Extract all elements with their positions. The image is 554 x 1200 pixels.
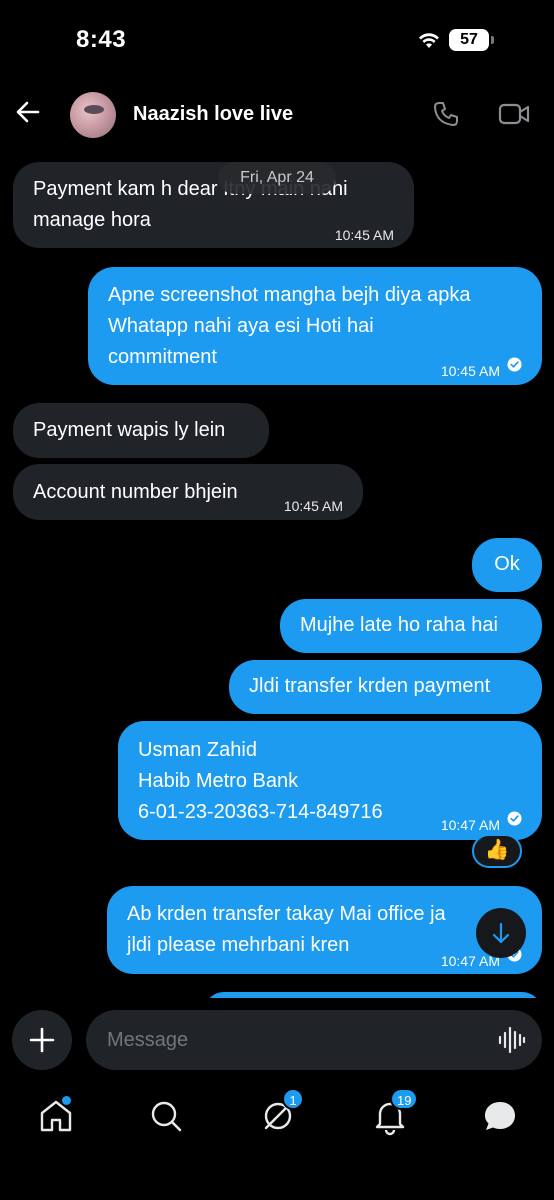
read-check-icon bbox=[507, 357, 522, 372]
phone-icon[interactable] bbox=[432, 100, 460, 128]
message-text: Payment wapis ly lein bbox=[33, 419, 226, 441]
message-time: 10:45 AM bbox=[440, 363, 500, 379]
message-bubble-outgoing-partial[interactable] bbox=[204, 992, 542, 998]
message-bubble-incoming[interactable]: Account number bhjein 10:45 AM bbox=[13, 464, 363, 520]
message-text: Ok bbox=[494, 553, 520, 575]
message-composer bbox=[0, 1010, 554, 1072]
message-text: Jldi transfer krden payment bbox=[249, 675, 491, 697]
video-call-icon[interactable] bbox=[498, 100, 530, 128]
battery-cap bbox=[491, 36, 494, 44]
message-bubble-outgoing[interactable]: Jldi transfer krden payment bbox=[229, 660, 542, 714]
message-time: 10:45 AM bbox=[334, 227, 394, 243]
bottom-navigation: 1 19 bbox=[0, 1082, 554, 1152]
date-separator: Fri, Apr 24 bbox=[218, 162, 336, 194]
wifi-icon bbox=[419, 33, 439, 48]
message-bubble-outgoing[interactable]: Ok bbox=[472, 538, 542, 592]
status-bar: 8:43 57 bbox=[0, 0, 554, 80]
nav-home[interactable] bbox=[36, 1096, 76, 1136]
chat-header: Naazish love live bbox=[0, 84, 554, 146]
plus-icon bbox=[29, 1027, 55, 1053]
message-bubble-outgoing[interactable]: Mujhe late ho raha hai bbox=[280, 599, 542, 653]
message-bubble-incoming[interactable]: Payment wapis ly lein bbox=[13, 403, 269, 458]
add-attachment-button[interactable] bbox=[12, 1010, 72, 1070]
battery-level: 57 bbox=[449, 29, 489, 51]
message-input[interactable] bbox=[86, 1010, 542, 1070]
message-bubble-icon bbox=[485, 1102, 515, 1130]
nav-messages[interactable] bbox=[480, 1096, 520, 1136]
message-time: 10:45 AM bbox=[283, 498, 343, 514]
scroll-to-bottom-button[interactable] bbox=[476, 908, 526, 958]
notifications-badge: 19 bbox=[390, 1088, 419, 1110]
voice-message-icon[interactable] bbox=[498, 1027, 526, 1053]
message-bubble-outgoing[interactable]: Apne screenshot mangha bejh diya apka Wh… bbox=[88, 267, 542, 385]
arrow-down-icon bbox=[492, 922, 510, 944]
message-list[interactable]: Payment kam h dear Itny main nahi manage… bbox=[0, 150, 554, 998]
status-time: 8:43 bbox=[76, 26, 127, 53]
nav-grok[interactable]: 1 bbox=[258, 1088, 304, 1136]
reaction-badge[interactable]: 👍 bbox=[472, 834, 522, 868]
message-text: Mujhe late ho raha hai bbox=[300, 614, 498, 636]
contact-name[interactable]: Naazish love live bbox=[133, 103, 293, 126]
search-icon bbox=[151, 1101, 182, 1132]
nav-notifications[interactable]: 19 bbox=[370, 1088, 419, 1136]
messages-badge: 1 bbox=[282, 1088, 304, 1110]
back-arrow-icon[interactable] bbox=[14, 98, 42, 126]
nav-search[interactable] bbox=[146, 1096, 186, 1136]
message-bubble-incoming[interactable]: Payment kam h dear Itny main nahi manage… bbox=[13, 162, 414, 248]
avatar[interactable] bbox=[70, 92, 116, 138]
home-notification-dot bbox=[62, 1096, 71, 1105]
read-check-icon bbox=[507, 811, 522, 826]
message-bubble-outgoing[interactable]: Usman Zahid Habib Metro Bank 6-01-23-203… bbox=[118, 721, 542, 840]
home-indicator-area bbox=[0, 1152, 554, 1200]
